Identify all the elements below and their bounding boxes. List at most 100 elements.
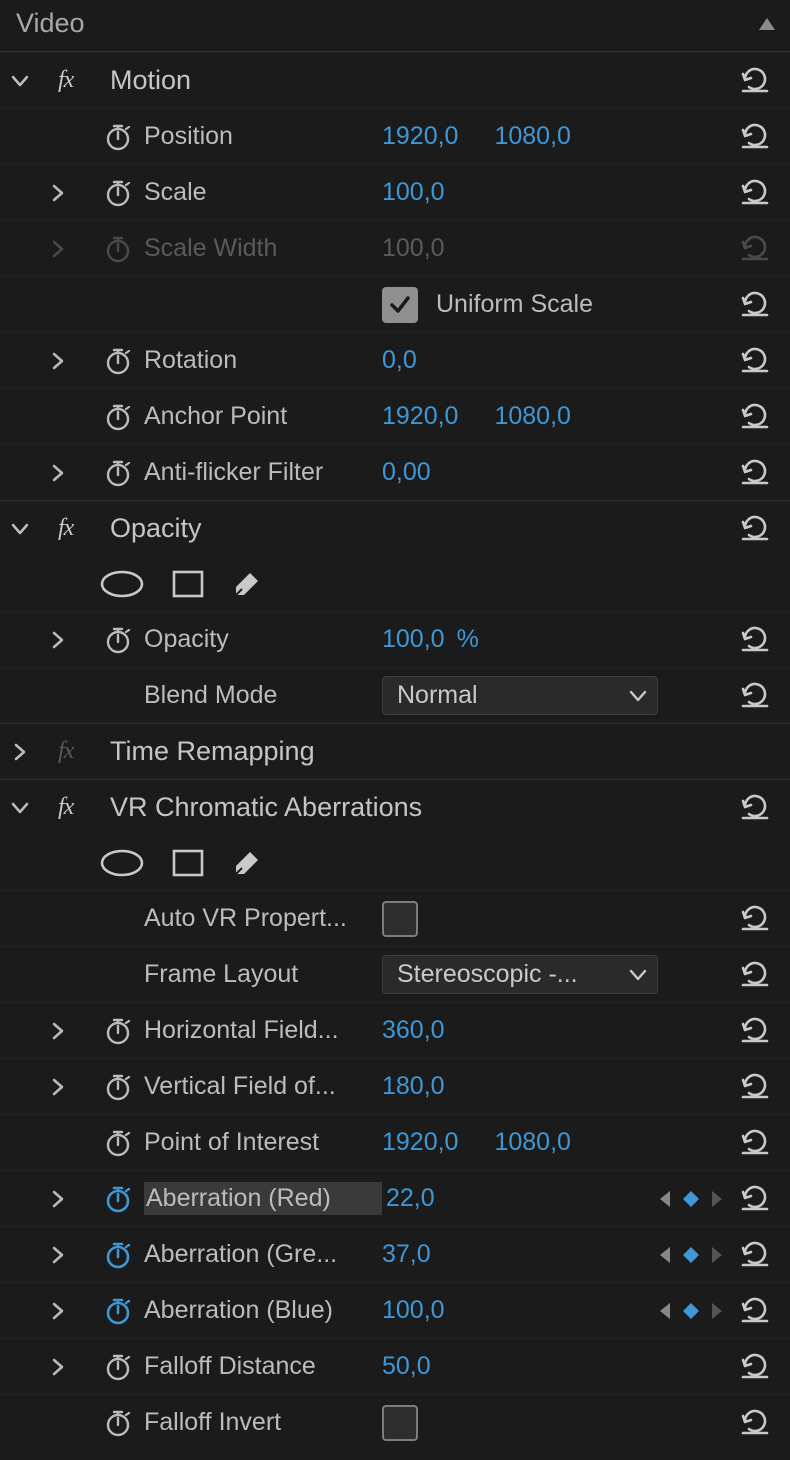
twirl-right-icon[interactable] bbox=[36, 1301, 92, 1321]
ellipse-mask-icon[interactable] bbox=[100, 570, 144, 598]
keyframe-add-icon[interactable] bbox=[682, 1190, 700, 1208]
reset-button[interactable] bbox=[730, 459, 780, 487]
stopwatch-icon[interactable] bbox=[92, 1297, 144, 1325]
stopwatch-icon[interactable] bbox=[92, 459, 144, 487]
reset-button[interactable] bbox=[730, 1017, 780, 1045]
pen-mask-icon[interactable] bbox=[232, 848, 262, 878]
scale-value[interactable]: 100,0 bbox=[382, 178, 445, 207]
vfov-value[interactable]: 180,0 bbox=[382, 1072, 445, 1101]
pen-mask-icon[interactable] bbox=[232, 569, 262, 599]
frame-layout-dropdown[interactable]: Stereoscopic -... bbox=[382, 955, 658, 994]
reset-button[interactable] bbox=[730, 123, 780, 151]
fx-badge[interactable]: fx bbox=[58, 794, 110, 821]
twirl-right-icon[interactable] bbox=[36, 1189, 92, 1209]
reset-button[interactable] bbox=[730, 515, 780, 543]
effect-time-remapping-header[interactable]: fx Time Remapping bbox=[0, 723, 790, 779]
reset-button[interactable] bbox=[730, 905, 780, 933]
stopwatch-icon[interactable] bbox=[92, 179, 144, 207]
stopwatch-icon[interactable] bbox=[92, 1241, 144, 1269]
uniform-scale-label: Uniform Scale bbox=[436, 290, 593, 319]
keyframe-add-icon[interactable] bbox=[682, 1302, 700, 1320]
keyframe-next-icon[interactable] bbox=[710, 1301, 724, 1321]
stopwatch-icon[interactable] bbox=[92, 626, 144, 654]
twirl-right-icon[interactable] bbox=[0, 742, 58, 762]
reset-button[interactable] bbox=[730, 67, 780, 95]
poi-x-value[interactable]: 1920,0 bbox=[382, 1128, 458, 1157]
fx-badge[interactable]: fx bbox=[58, 67, 110, 94]
twirl-right-icon[interactable] bbox=[36, 1077, 92, 1097]
stopwatch-icon[interactable] bbox=[92, 1353, 144, 1381]
twirl-right-icon[interactable] bbox=[36, 630, 92, 650]
aberration-red-value[interactable]: 22,0 bbox=[386, 1184, 435, 1213]
reset-button[interactable] bbox=[730, 794, 780, 822]
rect-mask-icon[interactable] bbox=[172, 849, 204, 877]
opacity-value[interactable]: 100,0 bbox=[382, 625, 445, 654]
stopwatch-icon[interactable] bbox=[92, 403, 144, 431]
reset-button[interactable] bbox=[730, 1409, 780, 1437]
keyframe-prev-icon[interactable] bbox=[658, 1245, 672, 1265]
twirl-right-icon[interactable] bbox=[36, 1021, 92, 1041]
reset-button[interactable] bbox=[730, 1129, 780, 1157]
position-x-value[interactable]: 1920,0 bbox=[382, 122, 458, 151]
position-y-value[interactable]: 1080,0 bbox=[494, 122, 570, 151]
stopwatch-icon bbox=[92, 235, 144, 263]
anchor-x-value[interactable]: 1920,0 bbox=[382, 402, 458, 431]
twirl-right-icon[interactable] bbox=[36, 463, 92, 483]
hfov-value[interactable]: 360,0 bbox=[382, 1016, 445, 1045]
reset-button[interactable] bbox=[730, 626, 780, 654]
twirl-right-icon[interactable] bbox=[36, 1357, 92, 1377]
falloff-distance-value[interactable]: 50,0 bbox=[382, 1352, 431, 1381]
falloff-invert-checkbox[interactable] bbox=[382, 1405, 418, 1441]
keyframe-add-icon[interactable] bbox=[682, 1246, 700, 1264]
keyframe-next-icon[interactable] bbox=[710, 1189, 724, 1209]
reset-button[interactable] bbox=[730, 179, 780, 207]
aberration-blue-value[interactable]: 100,0 bbox=[382, 1296, 445, 1325]
param-aberration-blue: Aberration (Blue) 100,0 bbox=[0, 1282, 790, 1338]
poi-y-value[interactable]: 1080,0 bbox=[494, 1128, 570, 1157]
twirl-down-icon[interactable] bbox=[0, 519, 58, 539]
reset-button[interactable] bbox=[730, 1073, 780, 1101]
stopwatch-icon[interactable] bbox=[92, 1017, 144, 1045]
reset-button[interactable] bbox=[730, 1353, 780, 1381]
reset-button[interactable] bbox=[730, 1297, 780, 1325]
rotation-value[interactable]: 0,0 bbox=[382, 346, 417, 375]
fx-badge[interactable]: fx bbox=[58, 515, 110, 542]
ellipse-mask-icon[interactable] bbox=[100, 849, 144, 877]
twirl-right-icon[interactable] bbox=[36, 1245, 92, 1265]
reset-button[interactable] bbox=[730, 1185, 780, 1213]
anti-flicker-value[interactable]: 0,00 bbox=[382, 458, 431, 487]
auto-vr-checkbox[interactable] bbox=[382, 901, 418, 937]
panel-collapse-icon[interactable] bbox=[758, 16, 776, 32]
effect-name: VR Chromatic Aberrations bbox=[110, 792, 730, 823]
keyframe-prev-icon[interactable] bbox=[658, 1301, 672, 1321]
anchor-y-value[interactable]: 1080,0 bbox=[494, 402, 570, 431]
twirl-down-icon[interactable] bbox=[0, 71, 58, 91]
effect-vrca-header[interactable]: fx VR Chromatic Aberrations bbox=[0, 779, 790, 835]
reset-button[interactable] bbox=[730, 291, 780, 319]
reset-button[interactable] bbox=[730, 1241, 780, 1269]
twirl-down-icon[interactable] bbox=[0, 798, 58, 818]
effect-opacity-header[interactable]: fx Opacity bbox=[0, 500, 790, 556]
reset-button[interactable] bbox=[730, 347, 780, 375]
stopwatch-icon[interactable] bbox=[92, 123, 144, 151]
stopwatch-icon[interactable] bbox=[92, 347, 144, 375]
param-label: Rotation bbox=[144, 346, 378, 375]
stopwatch-icon[interactable] bbox=[92, 1185, 144, 1213]
param-hfov: Horizontal Field... 360,0 bbox=[0, 1002, 790, 1058]
blend-mode-dropdown[interactable]: Normal bbox=[382, 676, 658, 715]
reset-button[interactable] bbox=[730, 682, 780, 710]
stopwatch-icon[interactable] bbox=[92, 1073, 144, 1101]
reset-button[interactable] bbox=[730, 403, 780, 431]
mask-tools-row bbox=[0, 835, 790, 890]
twirl-right-icon[interactable] bbox=[36, 183, 92, 203]
aberration-green-value[interactable]: 37,0 bbox=[382, 1240, 431, 1269]
uniform-scale-checkbox[interactable] bbox=[382, 287, 418, 323]
keyframe-prev-icon[interactable] bbox=[658, 1189, 672, 1209]
effect-motion-header[interactable]: fx Motion bbox=[0, 52, 790, 108]
rect-mask-icon[interactable] bbox=[172, 570, 204, 598]
reset-button[interactable] bbox=[730, 961, 780, 989]
twirl-right-icon[interactable] bbox=[36, 351, 92, 371]
stopwatch-icon[interactable] bbox=[92, 1409, 144, 1437]
keyframe-next-icon[interactable] bbox=[710, 1245, 724, 1265]
stopwatch-icon[interactable] bbox=[92, 1129, 144, 1157]
